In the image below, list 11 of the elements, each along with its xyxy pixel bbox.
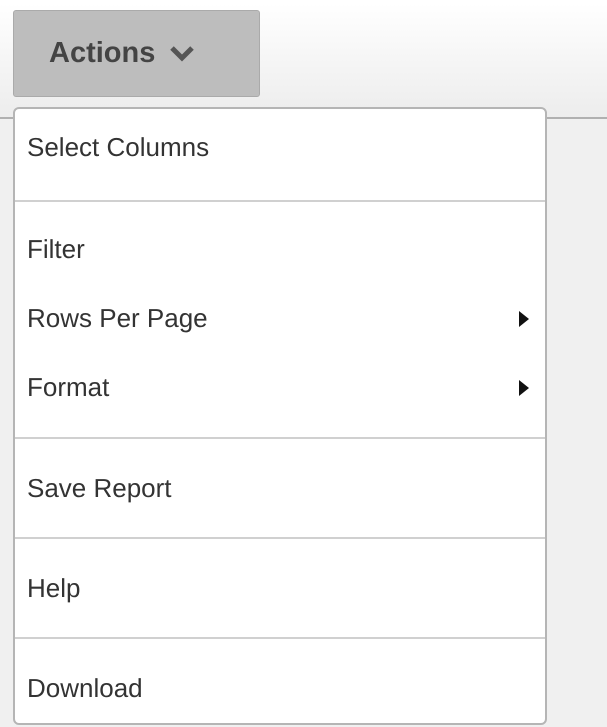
menu-item[interactable]: Format [15, 353, 545, 422]
menu-item[interactable]: Help [15, 539, 545, 637]
menu-item[interactable]: Filter [15, 215, 545, 284]
chevron-down-icon [169, 44, 196, 62]
menu-item[interactable]: Download [15, 639, 545, 727]
menu-item[interactable]: Select Columns [15, 109, 545, 200]
actions-button[interactable]: Actions [13, 10, 260, 97]
menu-item[interactable]: Save Report [15, 439, 545, 537]
caret-icon [519, 310, 529, 326]
menu-item[interactable]: Rows Per Page [15, 284, 545, 353]
caret-icon [519, 380, 529, 396]
